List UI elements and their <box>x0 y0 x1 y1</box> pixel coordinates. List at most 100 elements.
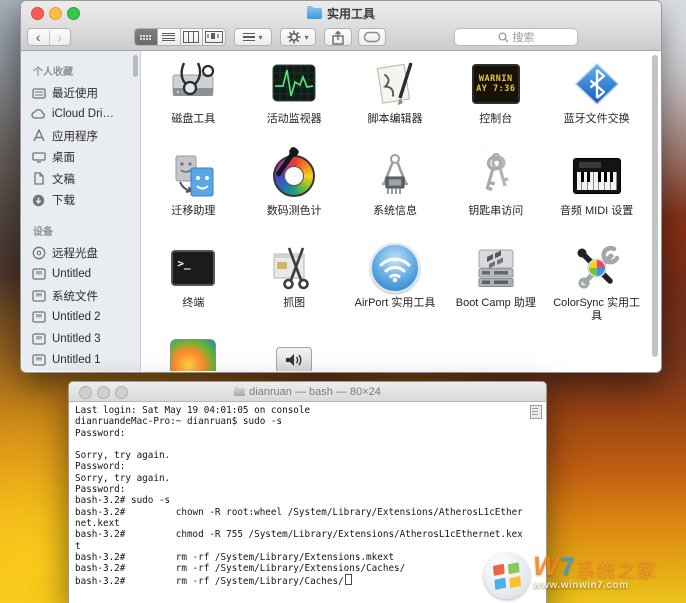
watermark-brand: 系统之家 <box>576 561 656 580</box>
app-console[interactable]: WARNIN AY 7:36 控制台 <box>445 55 546 147</box>
terminal-line-text: bash-3.2# rm -rf /System/Library/Caches/ <box>75 576 344 587</box>
finder-sidebar: 个人收藏 最近使用 iCloud Dri… 应用程序 桌面 <box>21 51 141 371</box>
terminal-line: Password: <box>75 428 546 439</box>
terminal-page-icon <box>530 405 542 419</box>
watermark-w: W <box>533 553 558 580</box>
column-view-button[interactable] <box>181 29 204 45</box>
sidebar-label: 系统文件 <box>52 288 98 304</box>
sidebar-item-untitled-2[interactable]: Untitled 2 <box>31 307 140 329</box>
finder-toolbar: ‹ › ▾ ▾ <box>21 25 661 51</box>
share-icon <box>331 30 345 45</box>
terminal-line: Password: <box>75 484 546 495</box>
app-activity-monitor[interactable]: 活动监视器 <box>244 55 345 147</box>
window-title: 实用工具 <box>21 1 661 25</box>
sidebar-item-applications[interactable]: 应用程序 <box>31 125 140 147</box>
watermark-7: 7 <box>560 555 574 580</box>
terminal-prompt-glyph: >_ <box>177 257 190 270</box>
arrange-button[interactable]: ▾ <box>234 28 272 46</box>
script-editor-icon <box>369 55 421 113</box>
nav-buttons: ‹ › <box>27 28 71 46</box>
app-airport-utility[interactable]: AirPort 实用工具 <box>345 239 446 331</box>
app-grab[interactable]: 抓图 <box>244 239 345 331</box>
sidebar-item-untitled[interactable]: Untitled <box>31 264 140 286</box>
bluetooth-icon <box>571 55 623 113</box>
console-badge-line2: AY 7:36 <box>476 84 515 94</box>
terminal-titlebar[interactable]: dianruan — bash — 80×24 <box>69 382 546 402</box>
app-system-information[interactable]: 系统信息 <box>345 147 446 239</box>
app-audio-midi-setup[interactable]: 音频 MIDI 设置 <box>546 147 647 239</box>
sidebar-label: iCloud Dri… <box>52 108 114 120</box>
app-label: 磁盘工具 <box>171 113 215 126</box>
sidebar-item-untitled-3[interactable]: Untitled 3 <box>31 328 140 350</box>
forward-button[interactable]: › <box>50 30 71 45</box>
sidebar-item-remote-disc[interactable]: 远程光盘 <box>31 242 140 264</box>
app-bluetooth-file-exchange[interactable]: 蓝牙文件交换 <box>546 55 647 147</box>
content-scrollbar[interactable] <box>651 53 659 367</box>
scrollbar-thumb[interactable] <box>652 55 658 357</box>
finder-titlebar[interactable]: 实用工具 <box>21 1 661 25</box>
sidebar-scrollbar[interactable] <box>133 55 138 77</box>
terminal-line: Sorry, try again. <box>75 473 546 484</box>
drive-icon <box>31 333 46 345</box>
sidebar-item-system-files[interactable]: 系统文件 <box>31 285 140 307</box>
drive-icon <box>31 311 46 323</box>
keychain-icon <box>470 147 522 205</box>
app-migration-assistant[interactable]: 迁移助理 <box>143 147 244 239</box>
document-icon <box>31 172 46 185</box>
app-label: 脚本编辑器 <box>367 113 422 126</box>
terminal-line: dianruandeMac-Pro:~ dianruan$ sudo -s <box>75 416 546 427</box>
app-voiceover-utility[interactable] <box>244 331 345 371</box>
column-view-icon <box>183 31 199 43</box>
devices-header: 设备 <box>33 223 140 238</box>
watermark: W 7 系统之家 www.winwin7.com <box>484 553 656 599</box>
applications-icon <box>31 129 46 142</box>
app-disk-utility[interactable]: 磁盘工具 <box>143 55 244 147</box>
back-button[interactable]: ‹ <box>28 30 50 45</box>
terminal-line: bash-3.2# chown -R root:wheel /System/Li… <box>75 507 546 518</box>
finder-content: 磁盘工具 活动监视器 <box>141 51 661 371</box>
finder-window: 实用工具 ‹ › ▾ <box>20 0 662 373</box>
sidebar-item-downloads[interactable]: 下载 <box>31 190 140 212</box>
disc-icon <box>31 246 46 260</box>
sidebar-item-documents[interactable]: 文稿 <box>31 168 140 190</box>
app-colorsync-utility[interactable]: ColorSync 实用工具 <box>546 239 647 331</box>
coverflow-view-button[interactable] <box>203 29 225 45</box>
app-terminal[interactable]: >_ 终端 <box>143 239 244 331</box>
sidebar-label: 桌面 <box>52 149 75 165</box>
sidebar-label: Untitled 3 <box>52 333 101 345</box>
color-meter-icon <box>271 147 317 205</box>
app-grapher[interactable] <box>143 331 244 371</box>
app-label: Boot Camp 助理 <box>456 297 536 310</box>
airport-utility-icon <box>370 239 420 297</box>
action-menu-button[interactable]: ▾ <box>280 28 316 46</box>
search-field[interactable]: 搜索 <box>454 28 578 46</box>
sidebar-item-icloud[interactable]: iCloud Dri… <box>31 104 140 126</box>
grab-icon <box>268 239 320 297</box>
app-digital-color-meter[interactable]: 数码测色计 <box>244 147 345 239</box>
sidebar-label: 应用程序 <box>52 128 98 144</box>
app-label: ColorSync 实用工具 <box>550 297 644 323</box>
icon-view-button[interactable] <box>135 29 158 45</box>
list-view-icon <box>162 31 175 43</box>
share-button[interactable] <box>324 28 352 46</box>
list-view-button[interactable] <box>158 29 181 45</box>
sidebar-item-recents[interactable]: 最近使用 <box>31 82 140 104</box>
terminal-content[interactable]: Last login: Sat May 19 04:01:05 on conso… <box>69 402 546 603</box>
arrange-icon <box>243 31 255 44</box>
folder-icon <box>307 8 322 19</box>
drive-icon <box>31 268 46 280</box>
migration-assistant-icon <box>167 147 219 205</box>
view-switcher <box>134 28 226 46</box>
favorites-header: 个人收藏 <box>33 63 140 78</box>
voiceover-icon <box>276 331 312 371</box>
terminal-line: bash-3.2# chmod -R 755 /System/Library/E… <box>75 529 546 540</box>
tag-button[interactable] <box>358 28 386 46</box>
app-script-editor[interactable]: 脚本编辑器 <box>345 55 446 147</box>
sidebar-item-untitled-1[interactable]: Untitled 1 <box>31 350 140 372</box>
terminal-window: dianruan — bash — 80×24 Last login: Sat … <box>68 381 547 603</box>
terminal-line: t <box>75 541 546 552</box>
sidebar-item-desktop[interactable]: 桌面 <box>31 147 140 169</box>
app-label: 钥匙串访问 <box>468 205 523 218</box>
app-keychain-access[interactable]: 钥匙串访问 <box>445 147 546 239</box>
app-boot-camp-assistant[interactable]: Boot Camp 助理 <box>445 239 546 331</box>
